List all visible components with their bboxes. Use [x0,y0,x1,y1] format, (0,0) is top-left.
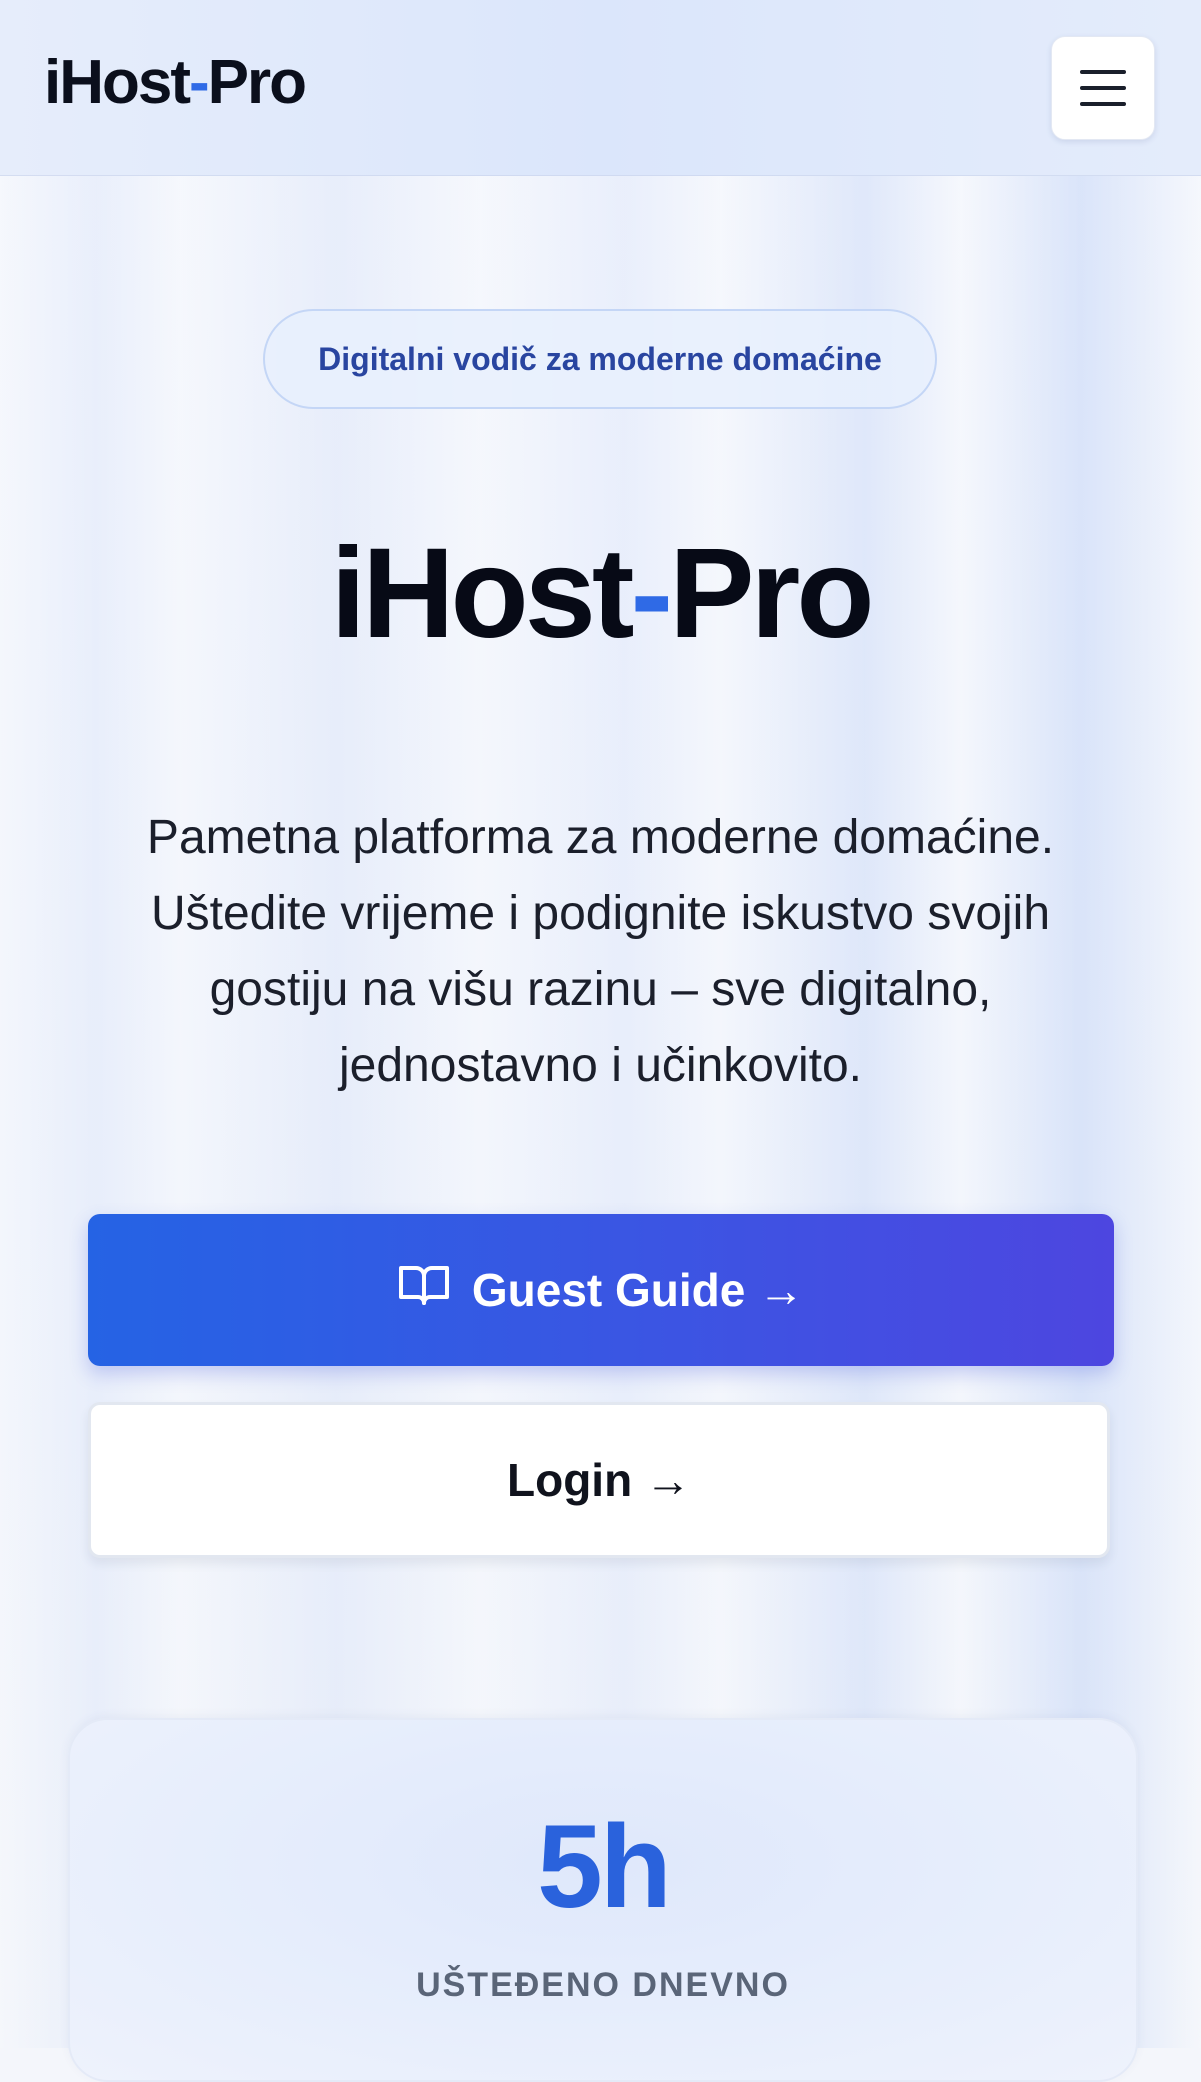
hero-title-pro: Pro [669,522,874,665]
logo-dash: - [189,48,210,117]
login-button[interactable]: Login → [88,1402,1110,1558]
stat-label: UŠTEĐENO DNEVNO [416,1966,790,2004]
hamburger-menu-icon [1080,70,1126,106]
hero-title: iHost-Pro [0,530,1201,658]
stat-value: 5h [537,1801,672,1933]
hero-description: Pametna platforma za moderne domaćine. U… [146,811,1055,1092]
stat-card: 5h UŠTEĐENO DNEVNO [68,1718,1138,2082]
top-header: iHost-Pro [0,0,1201,176]
hero-badge: Digitalni vodič za moderne domaćine [263,309,937,409]
menu-button[interactable] [1051,36,1155,140]
guest-guide-button[interactable]: Guest Guide → [88,1214,1114,1366]
guest-guide-label: Guest Guide → [471,1264,805,1316]
header-logo[interactable]: iHost-Pro [44,52,307,114]
logo-text-pro: Pro [207,48,307,117]
hero-title-ihost: iHost [330,522,635,665]
hero-title-dash: - [630,522,674,665]
logo-text-ihost: iHost [44,48,191,117]
open-book-icon [398,1263,450,1318]
main-content: Digitalni vodič za moderne domaćine iHos… [0,0,1201,2082]
login-label: Login → [507,1454,691,1506]
